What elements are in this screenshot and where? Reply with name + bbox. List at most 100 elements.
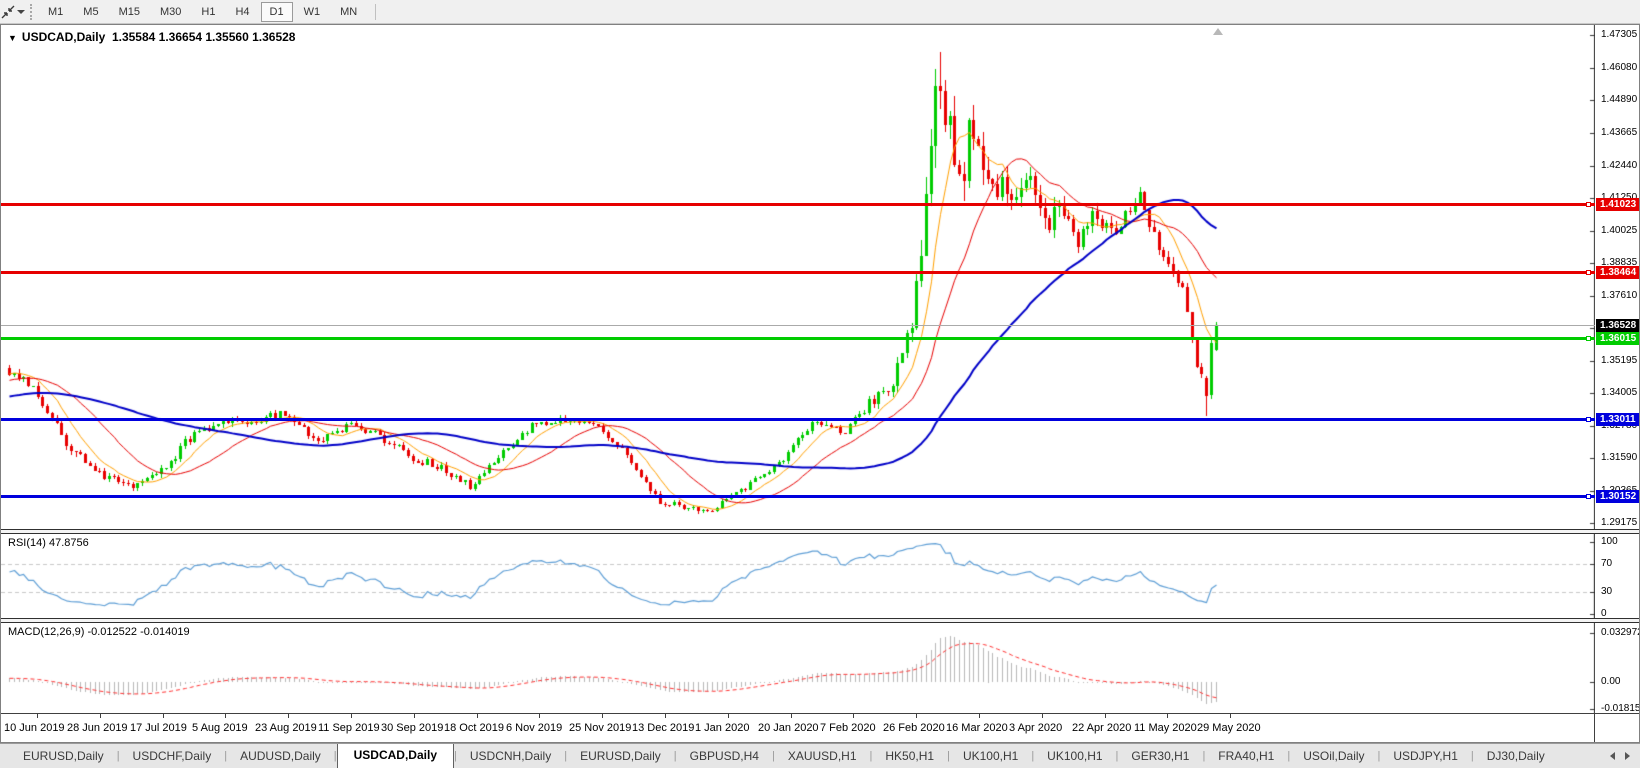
chart-title: ▼ USDCAD,Daily 1.35584 1.36654 1.35560 1.… [8,30,295,44]
tab-scroll-right-icon[interactable] [1625,752,1630,760]
price-tick-label: 1.40025 [1601,224,1638,236]
price-line-1.36015[interactable] [1,337,1595,340]
macd-canvas[interactable] [1,623,1595,713]
price-line-1.41023[interactable] [1,203,1595,206]
tab-scroll-left-icon[interactable] [1610,752,1615,760]
date-tick [1167,714,1168,718]
price-tick-label: 1.31590 [1601,451,1638,463]
rsi-tick-label: 100 [1601,536,1618,547]
timeframe-button-m5[interactable]: M5 [74,2,107,22]
tab-gbpusd-h4[interactable]: GBPUSD,H4 [677,745,772,768]
timeframe-button-d1[interactable]: D1 [260,1,293,22]
macd-tick-label: -0.018154 [1601,703,1639,713]
date-tick [979,714,980,718]
tab-dj30-daily[interactable]: DJ30,Daily [1474,745,1558,768]
timeframe-button-h1[interactable]: H1 [192,2,224,22]
price-tick-label: 1.35195 [1601,354,1638,366]
date-label: 17 Jul 2019 [130,722,187,734]
macd-pane[interactable]: MACD(12,26,9) -0.012522 -0.014019 0.0329… [1,623,1639,713]
main-chart-pane[interactable]: ▼ USDCAD,Daily 1.35584 1.36654 1.35560 1.… [1,25,1639,529]
price-tick-label: 1.37610 [1601,289,1638,301]
price-line-label: 1.30152 [1596,490,1639,503]
tab-usdcnh-daily[interactable]: USDCNH,Daily [457,745,564,768]
price-line-label: 1.36528 [1596,319,1639,332]
date-label: 22 Apr 2020 [1072,722,1132,734]
title-dropdown-icon[interactable]: ▼ [8,33,17,43]
price-line-label: 1.38464 [1596,266,1639,279]
timeframe-button-m15[interactable]: M15 [110,2,149,22]
toolbar-separator [375,3,377,20]
tab-usdchf-daily[interactable]: USDCHF,Daily [120,745,225,768]
toolbar-grip[interactable] [30,3,32,20]
date-tick [791,714,792,718]
tab-hk50-h1[interactable]: HK50,H1 [872,745,947,768]
date-tick [100,714,101,718]
price-tick-label: 1.43665 [1601,126,1638,138]
date-label: 25 Nov 2019 [569,722,632,734]
date-label: 29 May 2020 [1197,722,1261,734]
price-tick-label: 1.44890 [1601,94,1638,105]
timeframe-button-mn[interactable]: MN [331,2,366,22]
rsi-pane[interactable]: RSI(14) 47.8756 100 70 30 0 [1,534,1639,618]
tab-uk100-h1[interactable]: UK100,H1 [950,745,1031,768]
price-line-handle[interactable] [1586,417,1591,422]
rsi-tick-label: 70 [1601,557,1613,569]
date-tick [728,714,729,718]
tab-fra40-h1[interactable]: FRA40,H1 [1205,745,1287,768]
date-tick [37,714,38,718]
tab-xauusd-h1[interactable]: XAUUSD,H1 [775,745,870,768]
timeframe-button-h4[interactable]: H4 [226,2,258,22]
price-tick-label: 1.34005 [1601,386,1638,398]
macd-label: MACD(12,26,9) -0.012522 -0.014019 [8,626,190,638]
rsi-axis: 100 70 30 0 [1596,534,1639,618]
price-line-1.38464[interactable] [1,271,1595,274]
timeframe-button-m30[interactable]: M30 [151,2,190,22]
price-line-handle[interactable] [1586,494,1591,499]
tab-ger30-h1[interactable]: GER30,H1 [1118,745,1202,768]
date-label: 3 Apr 2020 [1009,722,1063,734]
date-tick [1042,714,1043,718]
price-axis: 1.473051.460801.448901.436651.424401.412… [1596,25,1639,529]
tab-audusd-daily[interactable]: AUDUSD,Daily [227,745,334,768]
price-line-handle[interactable] [1586,270,1591,275]
price-tick-label: 1.47305 [1601,29,1638,40]
tab-usoil-daily[interactable]: USOil,Daily [1290,745,1377,768]
price-tick-label: 1.29175 [1601,517,1638,528]
price-line-1.30152[interactable] [1,495,1595,498]
date-label: 6 Nov 2019 [506,722,563,734]
date-label: 11 May 2020 [1134,722,1197,734]
price-line-1.36528[interactable] [1,325,1595,326]
chart-tabs: EURUSD,Daily | USDCHF,Daily | AUDUSD,Daily | U… [0,744,1600,768]
macd-axis: 0.032972 0.00 -0.018154 [1596,623,1639,713]
timeframe-toolbar: M1 M5 M15 M30 H1 H4 D1 W1 MN [0,0,1640,24]
date-tick [414,714,415,718]
date-tick [1105,714,1106,718]
tab-eurusd-daily[interactable]: EURUSD,Daily [10,745,117,768]
price-line-handle[interactable] [1586,336,1591,341]
tab-uk100-h1[interactable]: UK100,H1 [1034,745,1115,768]
tab-usdcad-daily[interactable]: USDCAD,Daily [336,744,454,768]
date-label: 10 Jun 2019 [4,722,65,734]
tab-eurusd-daily[interactable]: EURUSD,Daily [567,745,674,768]
time-axis[interactable]: 10 Jun 2019 28 Jun 2019 17 Jul 2019 5 Aug 2… [1,713,1639,742]
rsi-canvas[interactable] [1,534,1595,618]
macd-tick-label: 0.032972 [1601,627,1639,638]
price-line-1.33011[interactable] [1,418,1595,421]
timeframe-button-w1[interactable]: W1 [295,2,330,22]
date-label: 26 Feb 2020 [883,722,945,734]
tab-scroll-controls [1600,744,1640,768]
price-line-label: 1.41023 [1596,198,1639,211]
date-label: 7 Feb 2020 [820,722,876,734]
price-tick-label: 1.42440 [1601,159,1638,171]
rsi-label: RSI(14) 47.8756 [8,537,89,549]
chart-shift-marker[interactable] [1213,28,1223,35]
timeframe-button-m1[interactable]: M1 [39,2,72,22]
price-line-handle[interactable] [1586,202,1591,207]
date-tick [916,714,917,718]
rsi-tick-label: 30 [1601,586,1613,598]
date-tick [539,714,540,718]
tab-usdjpy-h1[interactable]: USDJPY,H1 [1380,745,1470,768]
price-line-label: 1.33011 [1596,413,1639,426]
candlestick-canvas[interactable] [1,25,1595,529]
chart-tools-icon[interactable] [0,3,26,21]
